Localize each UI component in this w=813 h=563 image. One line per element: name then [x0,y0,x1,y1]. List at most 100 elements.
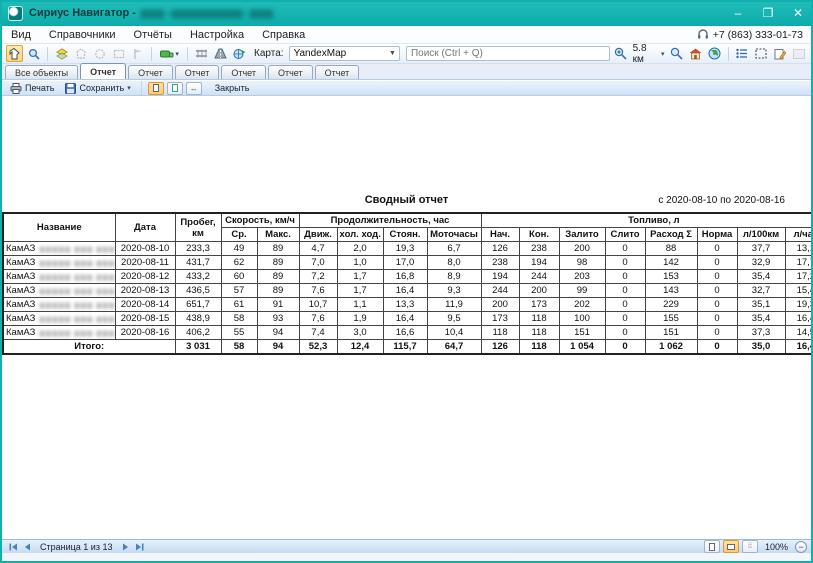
value-cell: 406,2 [175,326,221,340]
image-button[interactable] [790,45,807,62]
zoom-region-button[interactable] [668,45,685,62]
close-report-button[interactable]: Закрыть [211,82,254,95]
value-cell: 229 [645,298,697,312]
tab-6[interactable]: Отчет [315,65,360,79]
vehicle-name: КамАЗ [6,285,35,296]
value-cell: 0 [697,326,737,340]
value-cell: 238 [481,256,519,270]
value-cell: 89 [257,242,299,256]
tab-1[interactable]: Отчет [80,63,126,79]
menu-bar: ВидСправочникиОтчётыНастройкаСправка +7 … [2,26,811,44]
vehicle-name-cell: КамАЗ▆▆▆▆▆ ▆▆▆ ▆▆▆ [3,326,115,340]
value-cell: 15,4 [785,284,811,298]
toolbar-separator [141,81,142,95]
column-header: л/час [785,228,811,242]
select-area-button[interactable] [753,45,770,62]
tab-5[interactable]: Отчет [268,65,313,79]
road-tool-button[interactable] [212,45,229,62]
table-row: КамАЗ▆▆▆▆▆ ▆▆▆ ▆▆▆2020-08-15438,958937,6… [3,312,811,326]
view-multi-page-button[interactable]: ⁞⁞ [742,540,758,553]
edit-map-icon [56,48,68,60]
geo-position-button[interactable] [231,45,248,62]
first-page-button[interactable] [6,541,20,553]
tab-2[interactable]: Отчет [128,65,173,79]
date-cell: 2020-08-12 [115,270,175,284]
page-layout-fit-button[interactable] [167,82,183,95]
print-button[interactable]: Печать [6,82,58,95]
view-single-page-button[interactable] [704,540,720,553]
vehicle-menu-button[interactable]: ▾ [157,45,182,62]
column-header: Норма [697,228,737,242]
menu-item-0[interactable]: Вид [2,28,40,42]
previous-page-button[interactable] [20,541,34,553]
value-cell: 16,4 [383,284,427,298]
value-cell: 194 [519,256,559,270]
value-cell: 7,4 [299,326,337,340]
value-cell: 8,9 [427,270,481,284]
value-cell: 35,4 [737,312,785,326]
total-value-cell: 52,3 [299,340,337,355]
column-header: Расход Σ [645,228,697,242]
next-page-button[interactable] [118,541,132,553]
zoom-out-button[interactable]: − [795,541,807,553]
total-value-cell: 16,4 [785,340,811,355]
value-cell: 0 [697,284,737,298]
polygon-tool-button[interactable] [72,45,89,62]
value-cell: 55 [221,326,257,340]
maximize-button[interactable]: ❐ [753,0,783,26]
minimize-button[interactable]: – [723,0,753,26]
menu-item-2[interactable]: Отчёты [125,28,181,42]
page-layout-width-button[interactable]: ↔ [186,82,202,95]
value-cell: 9,3 [427,284,481,298]
vehicle-name-cell: КамАЗ▆▆▆▆▆ ▆▆▆ ▆▆▆ [3,256,115,270]
track-tool-button[interactable] [193,45,210,62]
value-cell: 244 [481,284,519,298]
search-input[interactable] [406,46,610,61]
map-scale-dropdown[interactable]: 5.8 км ▾ [631,43,667,65]
rectangle-tool-button[interactable] [110,45,127,62]
value-cell: 118 [481,326,519,340]
view-fit-width-button[interactable] [723,540,739,553]
home-button[interactable] [687,45,704,62]
value-cell: 7,6 [299,312,337,326]
object-list-button[interactable] [734,45,751,62]
table-total-row: Итого:3 031589452,312,4115,764,71261181 … [3,340,811,355]
edit-note-button[interactable] [771,45,788,62]
value-cell: 6,7 [427,242,481,256]
report-header: Сводный отчет с 2020-08-10 по 2020-08-16 [28,194,785,208]
tab-3[interactable]: Отчет [175,65,220,79]
close-button[interactable]: ✕ [783,0,813,26]
world-map-button[interactable] [706,45,723,62]
map-provider-select[interactable]: YandexMap ▼ [289,46,400,61]
menu-item-4[interactable]: Справка [253,28,314,42]
status-strip [2,553,811,563]
column-header: Слито [605,228,645,242]
last-page-icon [135,543,144,551]
value-cell: 438,9 [175,312,221,326]
value-cell: 89 [257,270,299,284]
value-cell: 19,3 [785,298,811,312]
value-cell: 194 [481,270,519,284]
flag-tool-button[interactable] [129,45,146,62]
table-row: КамАЗ▆▆▆▆▆ ▆▆▆ ▆▆▆2020-08-11431,762897,0… [3,256,811,270]
page-layout-single-button[interactable] [148,82,164,95]
tab-0[interactable]: Все объекты [5,65,78,79]
zoom-in-button[interactable] [612,45,629,62]
last-page-button[interactable] [132,541,146,553]
save-button[interactable]: Сохранить ▾ [61,82,134,95]
menu-item-1[interactable]: Справочники [40,28,125,42]
printer-icon [10,83,22,94]
value-cell: 16,4 [785,312,811,326]
total-value-cell: 0 [697,340,737,355]
vehicle-name: КамАЗ [6,299,35,310]
tab-4[interactable]: Отчет [221,65,266,79]
circle-tool-button[interactable] [91,45,108,62]
pan-tool-button[interactable] [6,45,23,62]
chevron-down-icon: ▾ [661,50,665,58]
value-cell: 8,0 [427,256,481,270]
value-cell: 118 [519,326,559,340]
zoom-tool-button[interactable] [25,45,42,62]
map-provider-value: YandexMap [294,48,347,59]
edit-geozone-button[interactable] [53,45,70,62]
menu-item-3[interactable]: Настройка [181,28,253,42]
